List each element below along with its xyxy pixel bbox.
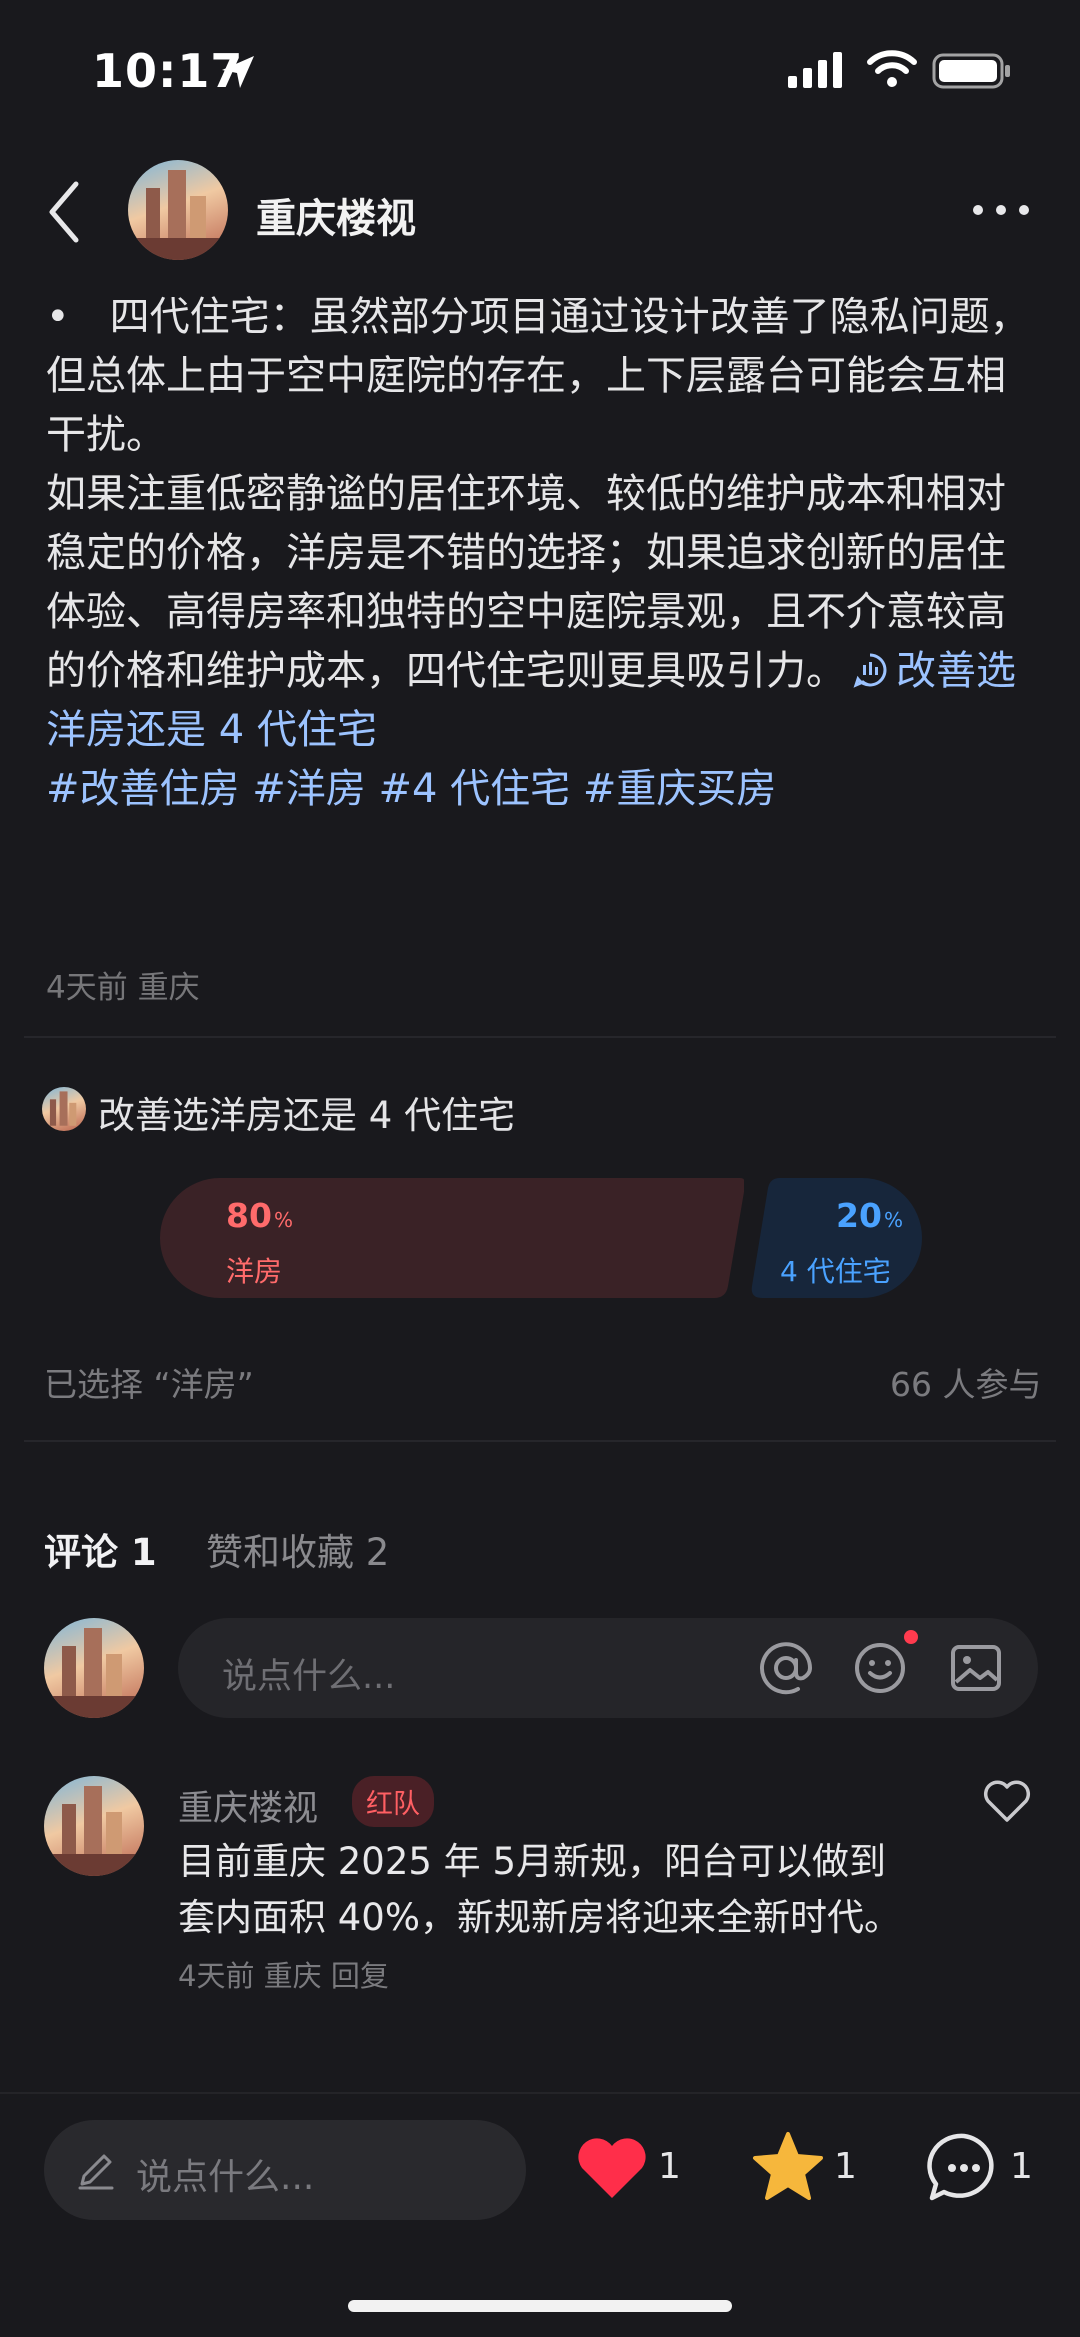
poll-label-a: 洋房 (226, 1255, 283, 1288)
comment-author-avatar[interactable] (44, 1776, 144, 1876)
post-meta: 4天前 重庆 (46, 970, 200, 1006)
divider (24, 1036, 1056, 1038)
back-arrow-icon[interactable] (44, 180, 84, 244)
collect-count: 1 (834, 2146, 857, 2187)
comment-bubble-icon[interactable] (926, 2132, 1002, 2204)
hashtag-chongqing-buy-house[interactable]: #重庆买房 (583, 766, 777, 812)
poll-label-b: 4 代住宅 (780, 1255, 891, 1288)
home-indicator[interactable] (348, 2300, 732, 2312)
poll-participants: 66 人参与 (890, 1365, 1042, 1404)
cellular-signal-icon (788, 52, 842, 88)
collect-star-icon[interactable] (750, 2130, 826, 2204)
comment-like-heart-icon[interactable] (982, 1778, 1032, 1824)
my-avatar (44, 1618, 144, 1718)
poll-icon (853, 653, 887, 688)
comment-author-name[interactable]: 重庆楼视 (178, 1780, 318, 1831)
tab-comments[interactable]: 评论 1 (44, 1522, 157, 1576)
like-count: 1 (658, 2146, 681, 2187)
team-badge: 红队 (352, 1776, 434, 1827)
comment-text: 目前重庆 2025 年 5月新规，阳台可以做到套内面积 40%，新规新房将迎来全… (178, 1840, 901, 1939)
poll-percent-a: 80% (226, 1196, 293, 1235)
location-arrow-icon (222, 56, 254, 88)
comment-input-placeholder: 说点什么... (222, 1657, 396, 1697)
poll-percent-b: 20% (836, 1196, 903, 1235)
pencil-icon (78, 2154, 114, 2190)
author-avatar[interactable] (128, 160, 228, 260)
battery-icon (932, 53, 1010, 89)
like-heart-icon[interactable] (574, 2134, 650, 2202)
comment-count: 1 (1010, 2146, 1033, 2187)
poll-selection-status: 已选择 “洋房” (44, 1365, 254, 1404)
hashtag-4th-gen-residence[interactable]: #4 代住宅 (378, 766, 570, 812)
divider (24, 1440, 1056, 1442)
post-content: • 四代住宅：虽然部分项目通过设计改善了隐私问题，但总体上由于空中庭院的存在，上… (46, 288, 1036, 819)
comment-meta: 4天前 重庆 回复 (178, 1959, 389, 1993)
divider (0, 2092, 1080, 2094)
image-icon[interactable] (950, 1642, 1002, 1694)
author-name[interactable]: 重庆楼视 (256, 186, 416, 244)
more-options-icon[interactable] (970, 200, 1032, 220)
poll-title: 改善选洋房还是 4 代住宅 (98, 1094, 516, 1137)
mention-at-icon[interactable] (758, 1640, 814, 1696)
hashtag-western-house[interactable]: #洋房 (252, 766, 366, 812)
hashtag-improve-housing[interactable]: #改善住房 (46, 766, 240, 812)
comment-body: 目前重庆 2025 年 5月新规，阳台可以做到套内面积 40%，新规新房将迎来全… (178, 1834, 918, 2004)
post-bullet-text: • 四代住宅：虽然部分项目通过设计改善了隐私问题，但总体上由于空中庭院的存在，上… (46, 294, 1030, 458)
wifi-icon (867, 50, 917, 87)
tab-likes-collects[interactable]: 赞和收藏 2 (206, 1522, 389, 1576)
notification-dot (904, 1630, 918, 1644)
bottom-input-placeholder: 说点什么... (136, 2157, 315, 2198)
emoji-icon[interactable] (852, 1640, 908, 1696)
poll-avatar (42, 1087, 86, 1131)
